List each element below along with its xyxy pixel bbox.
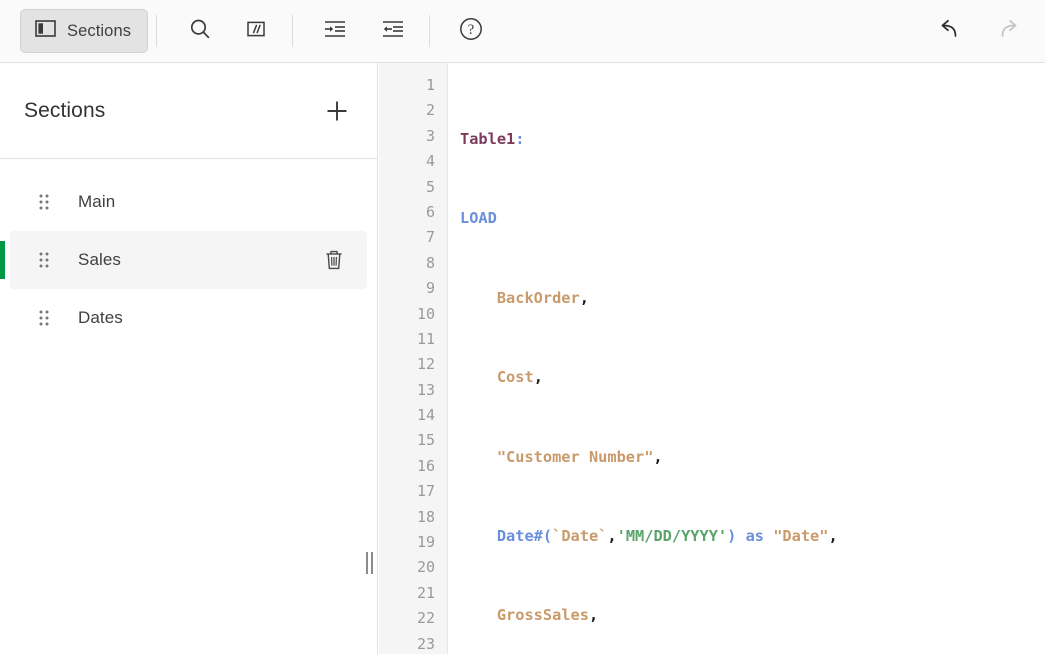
drag-handle-icon[interactable]: [32, 192, 56, 212]
line-number-gutter: 1 2 3 4 5 6 7 8 9 10 11 12 13 14 15 16 1…: [379, 63, 448, 654]
line-number: 8: [425, 253, 435, 272]
plus-icon: [327, 101, 347, 120]
line-number: 15: [416, 431, 435, 450]
code-line-1[interactable]: Table1:: [460, 127, 1045, 152]
token-comma: ,: [653, 447, 663, 466]
help-circle-icon: ?: [458, 16, 484, 47]
toolbar-history-group: [927, 9, 1031, 53]
undo-arrow-icon: [935, 16, 963, 47]
sections-list: Main Sales Dates: [0, 159, 377, 347]
line-number: 18: [416, 507, 435, 526]
token-alias: "Date": [773, 526, 829, 545]
token-table-name: Table1: [460, 130, 516, 148]
token-field: GrossSales: [496, 606, 589, 625]
line-number: 19: [416, 533, 435, 552]
line-number: 7: [425, 228, 435, 247]
token-comma: ,: [588, 606, 599, 625]
code-line-7[interactable]: GrossSales,: [460, 603, 1045, 628]
line-number: 9: [425, 279, 435, 298]
sidebar-item-dates[interactable]: Dates: [10, 289, 367, 347]
toolbar: Sections ?: [0, 0, 1045, 63]
sidebar-item-label: Main: [78, 192, 116, 211]
line-number: 1: [425, 76, 435, 94]
line-number: 5: [425, 177, 435, 196]
token-colon: :: [515, 130, 525, 148]
token-field: BackOrder: [496, 288, 580, 307]
drag-handle-icon[interactable]: [32, 308, 56, 328]
line-number: 11: [416, 329, 435, 348]
search-button[interactable]: [178, 9, 222, 53]
line-number: 6: [425, 202, 435, 221]
comment-slashes-icon: [244, 17, 268, 46]
token-as-keyword: as: [745, 526, 764, 545]
line-number: 22: [416, 609, 435, 628]
toolbar-divider-3: [429, 15, 431, 47]
code-line-4[interactable]: Cost,: [460, 365, 1045, 390]
sidebar-item-main[interactable]: Main: [10, 173, 367, 231]
sections-toggle-label: Sections: [67, 21, 132, 40]
script-editor-window: Sections ? Sections Main Sales Dates 1 2…: [0, 0, 1045, 654]
sidebar-header: Sections: [0, 63, 377, 159]
token-comma: ,: [607, 526, 617, 545]
token-lparen: (: [542, 526, 553, 545]
sidebar-item-sales[interactable]: Sales: [0, 231, 367, 289]
token-comma: ,: [533, 368, 543, 387]
token-load-keyword: LOAD: [460, 209, 497, 228]
code-line-6[interactable]: Date#(`Date`,'MM/DD/YYYY') as "Date",: [460, 524, 1045, 549]
line-number: 23: [416, 634, 435, 653]
token-date-function: Date#: [496, 526, 543, 545]
redo-button[interactable]: [987, 9, 1031, 53]
line-number: 4: [425, 152, 435, 171]
token-rparen: ): [727, 526, 737, 545]
line-number: 2: [425, 101, 435, 120]
code-text-area[interactable]: Table1: LOAD BackOrder, Cost, "Customer …: [448, 63, 1045, 654]
line-number: 3: [425, 126, 435, 145]
panel-icon: [35, 20, 56, 42]
add-section-button[interactable]: [319, 93, 355, 129]
token-field: "Customer Number": [496, 447, 654, 466]
trash-icon: [326, 250, 342, 270]
code-line-3[interactable]: BackOrder,: [460, 286, 1045, 311]
line-number: 13: [416, 380, 435, 399]
line-number: 21: [416, 583, 435, 602]
panel-resize-handle[interactable]: [364, 552, 375, 574]
line-number: 16: [416, 456, 435, 475]
sidebar-title: Sections: [24, 98, 106, 122]
undo-button[interactable]: [927, 9, 971, 53]
token-format-string: 'MM/DD/YYYY': [616, 526, 728, 545]
drag-handle-icon[interactable]: [32, 250, 56, 270]
line-number: 10: [416, 304, 435, 323]
indent-button[interactable]: [313, 9, 357, 53]
code-line-2[interactable]: LOAD: [460, 206, 1045, 231]
indent-increase-icon: [322, 17, 348, 46]
token-field: `Date`: [552, 526, 608, 545]
code-line-5[interactable]: "Customer Number",: [460, 445, 1045, 470]
search-icon: [188, 17, 212, 46]
indent-decrease-icon: [380, 17, 406, 46]
comment-button[interactable]: [234, 9, 278, 53]
delete-section-button[interactable]: [321, 247, 347, 273]
toolbar-divider-2: [292, 15, 294, 47]
toolbar-divider-1: [156, 15, 158, 47]
line-number: 17: [416, 482, 435, 501]
help-button[interactable]: ?: [449, 9, 493, 53]
sidebar-item-label: Sales: [78, 250, 122, 269]
line-number: 20: [416, 558, 435, 577]
line-number: 12: [416, 355, 435, 374]
sections-sidebar: Sections Main Sales Dates: [0, 63, 378, 654]
token-field: Cost: [496, 368, 534, 387]
line-number: 14: [416, 406, 435, 425]
script-editor: 1 2 3 4 5 6 7 8 9 10 11 12 13 14 15 16 1…: [379, 63, 1045, 654]
sidebar-item-label: Dates: [78, 308, 123, 327]
outdent-button[interactable]: [371, 9, 415, 53]
token-comma: ,: [828, 526, 838, 545]
svg-text:?: ?: [468, 22, 474, 38]
redo-arrow-icon: [995, 16, 1023, 47]
selected-section-accent-bar: [0, 241, 5, 279]
token-comma: ,: [579, 288, 589, 307]
sections-toggle-button[interactable]: Sections: [20, 9, 149, 53]
